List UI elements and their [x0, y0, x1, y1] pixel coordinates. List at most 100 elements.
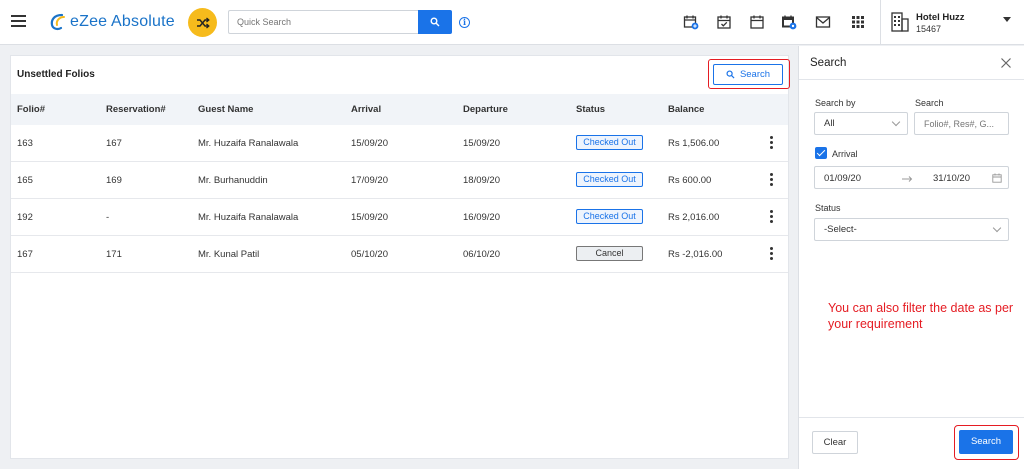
building-icon [891, 12, 909, 32]
guest-name: Mr. Kunal Patil [198, 249, 260, 260]
chevron-down-icon [891, 117, 901, 127]
info-icon[interactable]: i [459, 17, 470, 28]
arrival-checkbox[interactable] [815, 147, 827, 159]
shuffle-icon [196, 17, 210, 28]
calendar-check-icon[interactable] [715, 13, 733, 31]
search-by-label: Search by [815, 98, 856, 108]
date-to: 31/10/20 [933, 173, 970, 184]
hotel-name: Hotel Huzz [916, 12, 965, 23]
balance: Rs 1,506.00 [668, 138, 720, 149]
balance: Rs -2,016.00 [668, 249, 723, 260]
brand-logo[interactable]: eZee Absolute [48, 11, 175, 33]
quick-search-button[interactable] [418, 10, 452, 34]
guest-name: Mr. Burhanuddin [198, 175, 268, 186]
apply-search-button[interactable]: Search [959, 430, 1013, 454]
arrival-date: 05/10/20 [351, 249, 388, 260]
unsettled-folios-card: Unsettled Folios Search Folio# Reservati… [10, 55, 790, 459]
guest-name: Mr. Huzaifa Ranalawala [198, 212, 299, 223]
search-icon [726, 70, 735, 79]
top-bar: eZee Absolute i [0, 0, 1024, 45]
status-badge: Checked Out [576, 209, 643, 224]
arrival-date: 15/09/20 [351, 212, 388, 223]
reservation-number: 167 [106, 138, 122, 149]
balance: Rs 600.00 [668, 175, 712, 186]
more-options-icon[interactable] [768, 210, 774, 224]
open-search-button[interactable]: Search [713, 64, 783, 85]
mail-icon[interactable] [814, 13, 832, 31]
calendar-add-icon[interactable] [682, 13, 700, 31]
open-search-label: Search [739, 69, 771, 80]
hotel-id: 15467 [916, 24, 942, 34]
folio-number: 163 [17, 138, 33, 149]
status-value: -Select- [824, 224, 857, 235]
arrival-date: 17/09/20 [351, 175, 388, 186]
search-text-input[interactable] [924, 113, 1008, 134]
brand-name: eZee Absolute [70, 13, 175, 30]
folio-number: 192 [17, 212, 33, 223]
column-header-balance[interactable]: Balance [668, 104, 704, 115]
panel-title: Search [810, 57, 847, 69]
column-header-arrival[interactable]: Arrival [351, 104, 381, 115]
table-row[interactable]: 163 167 Mr. Huzaifa Ranalawala 15/09/20 … [11, 125, 788, 162]
folio-number: 165 [17, 175, 33, 186]
calendar-settings-icon[interactable] [780, 13, 798, 31]
balance: Rs 2,016.00 [668, 212, 720, 223]
divider [799, 417, 1024, 418]
arrival-label: Arrival [832, 149, 858, 159]
apps-grid-icon[interactable] [849, 13, 867, 31]
topbar-divider [880, 0, 881, 45]
table-row[interactable]: 192 - Mr. Huzaifa Ranalawala 15/09/20 16… [11, 199, 788, 236]
search-by-select[interactable]: All [814, 112, 908, 135]
chevron-down-icon [1003, 17, 1011, 22]
ezee-logo-icon [48, 12, 68, 32]
chevron-down-icon [992, 223, 1002, 233]
status-badge: Checked Out [576, 172, 643, 187]
status-select[interactable]: -Select- [814, 218, 1009, 241]
table-row[interactable]: 167 171 Mr. Kunal Patil 05/10/20 06/10/2… [11, 236, 788, 273]
quick-search-input[interactable] [237, 17, 410, 27]
shuffle-button[interactable] [188, 8, 217, 37]
close-icon[interactable] [1000, 57, 1012, 69]
reservation-number: 171 [106, 249, 122, 260]
date-from: 01/09/20 [824, 173, 861, 184]
departure-date: 06/10/20 [463, 249, 500, 260]
status-label: Status [815, 203, 841, 213]
menu-icon[interactable] [11, 15, 26, 27]
divider [799, 79, 1024, 80]
table-row[interactable]: 165 169 Mr. Burhanuddin 17/09/20 18/09/2… [11, 162, 788, 199]
calendar-icon[interactable] [748, 13, 766, 31]
search-by-value: All [824, 118, 835, 129]
departure-date: 16/09/20 [463, 212, 500, 223]
departure-date: 18/09/20 [463, 175, 500, 186]
calendar-icon [992, 173, 1002, 183]
search-highlight-box: Search [954, 425, 1019, 460]
reservation-number: 169 [106, 175, 122, 186]
more-options-icon[interactable] [768, 247, 774, 261]
more-options-icon[interactable] [768, 173, 774, 187]
search-icon [430, 17, 440, 27]
search-panel: Search Search by All Search Arrival 01/0… [798, 46, 1024, 469]
arrival-date: 15/09/20 [351, 138, 388, 149]
date-range-picker[interactable]: 01/09/20 31/10/20 [814, 166, 1009, 189]
more-options-icon[interactable] [768, 136, 774, 150]
status-badge: Checked Out [576, 135, 643, 150]
clear-button[interactable]: Clear [812, 431, 858, 454]
column-header-reservation[interactable]: Reservation# [106, 104, 166, 115]
hotel-selector[interactable]: Hotel Huzz 15467 [891, 10, 1021, 36]
folio-number: 167 [17, 249, 33, 260]
search-text-label: Search [915, 98, 944, 108]
column-header-folio[interactable]: Folio# [17, 104, 45, 115]
arrow-right-icon [902, 176, 913, 182]
column-header-departure[interactable]: Departure [463, 104, 508, 115]
reservation-number: - [106, 212, 110, 223]
departure-date: 15/09/20 [463, 138, 500, 149]
quick-search-box [228, 10, 418, 34]
annotation-note: You can also filter the date as per your… [828, 301, 1014, 331]
table-header: Folio# Reservation# Guest Name Arrival D… [11, 94, 788, 125]
column-header-guest-name[interactable]: Guest Name [198, 104, 253, 115]
page-title: Unsettled Folios [17, 69, 95, 80]
column-header-status[interactable]: Status [576, 104, 605, 115]
search-text-field [914, 112, 1009, 135]
search-highlight-box: Search [708, 59, 790, 89]
guest-name: Mr. Huzaifa Ranalawala [198, 138, 299, 149]
